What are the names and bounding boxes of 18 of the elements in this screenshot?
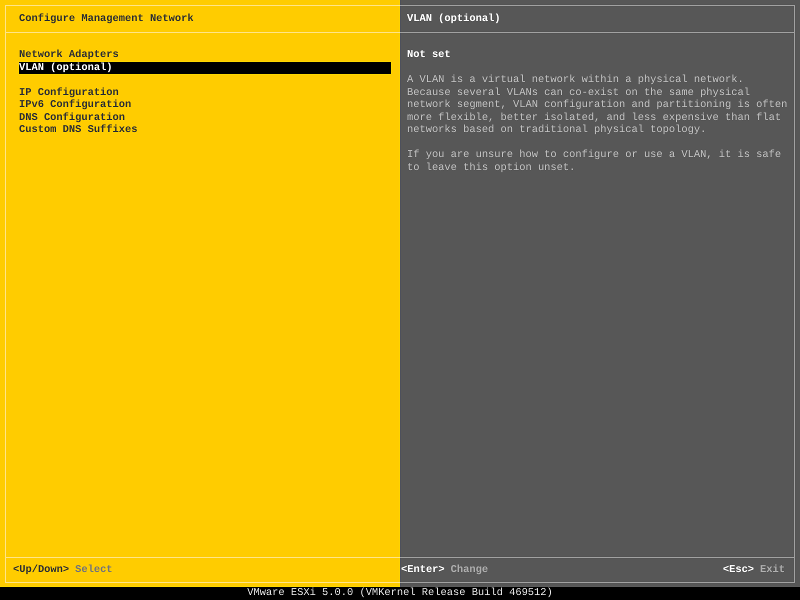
menu-item[interactable]: IP Configuration	[19, 86, 391, 99]
key-action: Select	[75, 564, 113, 576]
key-hint: <Esc>	[722, 564, 754, 576]
panel-title: VLAN (optional)	[407, 13, 501, 25]
key-hint: <Up/Down>	[13, 564, 70, 576]
panel-title: Configure Management Network	[19, 13, 194, 25]
menu-item[interactable]: DNS Configuration	[19, 112, 391, 124]
help-text: If you are unsure how to configure or use a VLAN, it is safe to leave this option unset.	[407, 149, 782, 174]
key-hint: <Enter>	[401, 564, 445, 576]
key-action: Exit	[760, 564, 785, 576]
menu-item[interactable]: VLAN (optional)	[19, 62, 391, 74]
status-bar-text: VMware ESXi 5.0.0 (VMKernel Release Build 469512)	[247, 587, 553, 599]
help-text: A VLAN is a virtual network within a physical network. Because several VLANs can co-exist on the same physical network segment, VLAN configuration and partitioning is often more flexible, better isolated, and less expensive than flat networks based on traditional physical topology.	[407, 74, 788, 136]
key-action: Change	[450, 564, 488, 576]
menu-item[interactable]: Custom DNS Suffixes	[19, 124, 391, 136]
setting-value: Not set	[407, 49, 452, 62]
menu-item[interactable]: IPv6 Configuration	[19, 99, 391, 112]
menu-item[interactable]: Network Adapters	[19, 49, 391, 62]
